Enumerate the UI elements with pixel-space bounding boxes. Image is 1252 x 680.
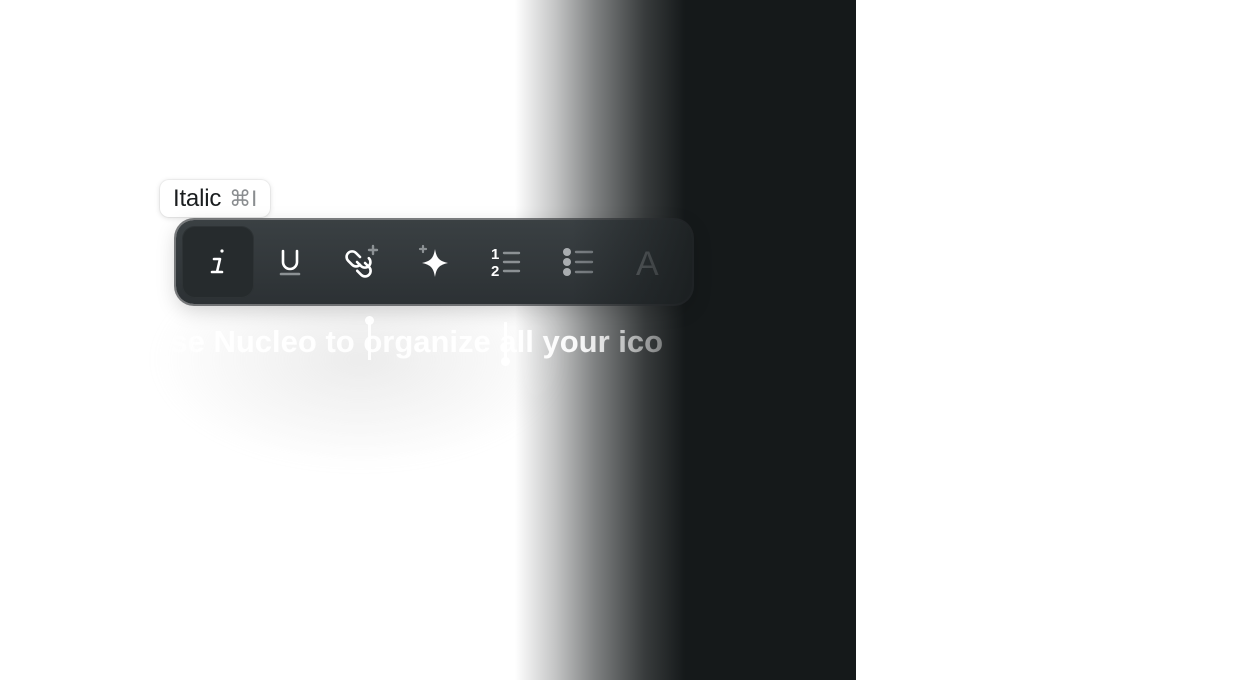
italic-button[interactable] xyxy=(182,226,254,298)
underline-icon xyxy=(279,249,301,276)
sparkle-icon xyxy=(418,244,448,277)
bulleted-list-icon xyxy=(563,248,594,276)
link-plus-icon xyxy=(345,244,379,278)
text-color-icon: A xyxy=(636,245,659,281)
numbered-list-icon: 1 2 xyxy=(491,246,521,280)
tooltip-label: Italic xyxy=(173,184,222,212)
text-style-glyph: A xyxy=(636,245,659,281)
bulleted-list-button[interactable] xyxy=(542,226,614,298)
add-link-button[interactable] xyxy=(326,226,398,298)
editor-text: Use Nucleo to organize all your ico xyxy=(148,324,664,359)
text-style-button[interactable]: A xyxy=(614,226,686,298)
editor-line[interactable]: Use Nucleo to organize all your ico xyxy=(148,318,688,366)
tooltip-shortcut: ⌘I xyxy=(229,185,258,211)
ai-sparkle-button[interactable] xyxy=(398,226,470,298)
canvas: Italic ⌘I 1 2 A Use Nucleo to organize a… xyxy=(0,0,1252,680)
selection-start-handle[interactable] xyxy=(365,316,374,360)
formatting-toolbar: 1 2 A xyxy=(176,220,692,304)
numbered-list-glyph-2: 2 xyxy=(491,263,499,280)
italic-tooltip: Italic ⌘I xyxy=(160,180,271,217)
italic-icon xyxy=(210,249,224,274)
selection-end-handle[interactable] xyxy=(501,322,510,366)
underline-button[interactable] xyxy=(254,226,326,298)
numbered-list-button[interactable]: 1 2 xyxy=(470,226,542,298)
numbered-list-glyph-1: 1 xyxy=(491,246,499,263)
